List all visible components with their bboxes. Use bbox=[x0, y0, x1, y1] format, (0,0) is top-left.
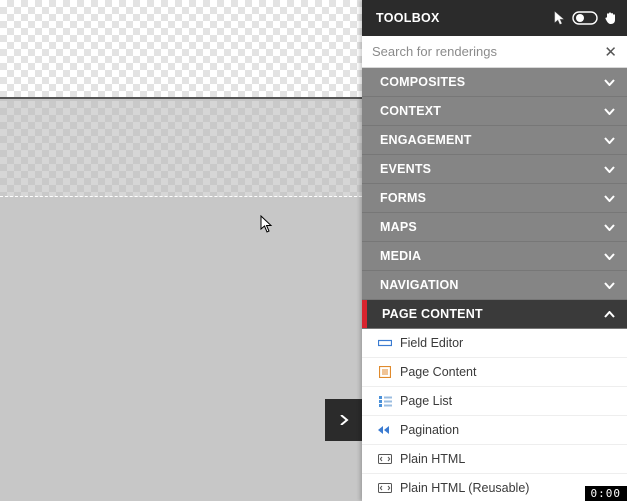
rendering-item[interactable]: Field Editor bbox=[362, 329, 627, 358]
chevron-down-icon bbox=[604, 253, 615, 260]
search-input[interactable] bbox=[372, 44, 602, 59]
recording-timer: 0:00 bbox=[585, 486, 627, 501]
pagination-icon bbox=[378, 424, 392, 436]
rendering-item[interactable]: Page Content bbox=[362, 358, 627, 387]
chevron-down-icon bbox=[604, 108, 615, 115]
expand-panel-button[interactable] bbox=[325, 399, 362, 441]
category-label: CONTEXT bbox=[380, 104, 441, 118]
chevron-up-icon bbox=[604, 311, 615, 318]
cursor-icon bbox=[260, 215, 274, 233]
rendering-item-label: Plain HTML bbox=[400, 452, 465, 466]
rendering-item[interactable]: Pagination bbox=[362, 416, 627, 445]
clear-search-button[interactable]: ✕ bbox=[602, 43, 619, 61]
rendering-item-label: Pagination bbox=[400, 423, 459, 437]
category-label: COMPOSITES bbox=[380, 75, 465, 89]
category-context[interactable]: CONTEXT bbox=[362, 97, 627, 126]
chevron-right-icon bbox=[339, 415, 349, 425]
category-navigation[interactable]: NAVIGATION bbox=[362, 271, 627, 300]
chevron-down-icon bbox=[604, 224, 615, 231]
category-label: PAGE CONTENT bbox=[382, 307, 483, 321]
rendering-item[interactable]: Plain HTML bbox=[362, 445, 627, 474]
chevron-down-icon bbox=[604, 282, 615, 289]
category-label: FORMS bbox=[380, 191, 426, 205]
category-maps[interactable]: MAPS bbox=[362, 213, 627, 242]
hand-mode-icon[interactable] bbox=[604, 11, 617, 25]
plain-html-icon bbox=[378, 482, 392, 494]
mode-toggle[interactable] bbox=[572, 11, 598, 25]
rendering-item-label: Field Editor bbox=[400, 336, 463, 350]
rendering-item-label: Page List bbox=[400, 394, 452, 408]
category-forms[interactable]: FORMS bbox=[362, 184, 627, 213]
category-page-content[interactable]: PAGE CONTENT bbox=[362, 300, 627, 329]
category-label: MAPS bbox=[380, 220, 417, 234]
chevron-down-icon bbox=[604, 137, 615, 144]
canvas-region-top[interactable] bbox=[0, 0, 362, 99]
cursor-mode-icon[interactable] bbox=[554, 11, 566, 25]
chevron-down-icon bbox=[604, 195, 615, 202]
toolbox-header: TOOLBOX bbox=[362, 0, 627, 36]
toolbox-panel: TOOLBOX ✕ COMPOSITES CONTEXT ENGAGEMENT EVE… bbox=[362, 0, 627, 501]
plain-html-icon bbox=[378, 453, 392, 465]
page-list-icon bbox=[378, 395, 392, 407]
category-engagement[interactable]: ENGAGEMENT bbox=[362, 126, 627, 155]
category-events[interactable]: EVENTS bbox=[362, 155, 627, 184]
category-media[interactable]: MEDIA bbox=[362, 242, 627, 271]
chevron-down-icon bbox=[604, 79, 615, 86]
rendering-item[interactable]: Page List bbox=[362, 387, 627, 416]
category-label: NAVIGATION bbox=[380, 278, 459, 292]
category-label: MEDIA bbox=[380, 249, 421, 263]
chevron-down-icon bbox=[604, 166, 615, 173]
category-label: ENGAGEMENT bbox=[380, 133, 472, 147]
toolbox-title: TOOLBOX bbox=[376, 11, 440, 25]
search-row: ✕ bbox=[362, 36, 627, 68]
rendering-item-label: Plain HTML (Reusable) bbox=[400, 481, 529, 495]
canvas-region-middle[interactable] bbox=[0, 101, 362, 197]
design-canvas[interactable] bbox=[0, 0, 362, 501]
field-editor-icon bbox=[378, 337, 392, 349]
rendering-item-label: Page Content bbox=[400, 365, 476, 379]
category-composites[interactable]: COMPOSITES bbox=[362, 68, 627, 97]
category-label: EVENTS bbox=[380, 162, 431, 176]
category-list: COMPOSITES CONTEXT ENGAGEMENT EVENTS FORMS MA… bbox=[362, 68, 627, 501]
page-content-icon bbox=[378, 366, 392, 378]
